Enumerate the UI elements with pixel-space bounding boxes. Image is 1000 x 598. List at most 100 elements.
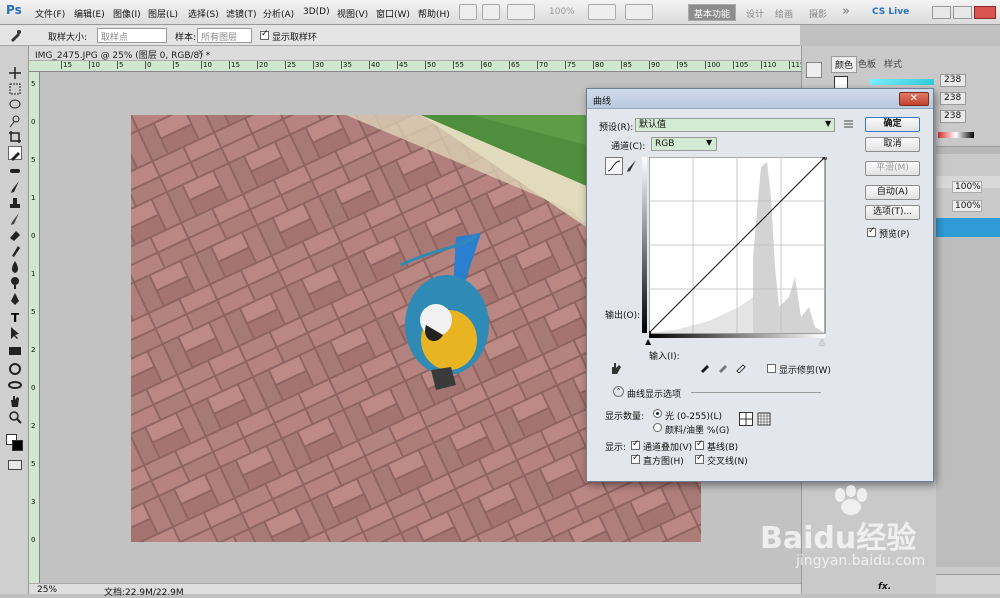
color-ramp[interactable] [938,132,974,138]
show-ring-checkbox[interactable] [260,29,269,40]
lasso-tool-icon[interactable] [8,98,22,112]
minibridge-icon[interactable] [482,4,500,20]
smooth-button[interactable]: 平滑(M) [865,161,920,176]
menu-help[interactable]: 帮助(H) [418,7,450,20]
screen-mode-icon[interactable] [625,4,653,20]
white-point-slider-icon[interactable]: △ [819,337,825,346]
dialog-close-icon[interactable]: ✕ [899,92,929,106]
intersection-checkbox[interactable] [695,453,704,464]
marquee-tool-icon[interactable] [8,82,22,96]
dialog-titlebar[interactable]: 曲线 ✕ [587,89,933,109]
arrange-icon[interactable] [588,4,616,20]
path-select-tool-icon[interactable] [8,326,22,340]
menu-filter[interactable]: 滤镜(T) [226,7,257,20]
menu-layer[interactable]: 图层(L) [148,7,178,20]
more-workspaces-icon[interactable]: » [842,4,850,19]
tab-styles[interactable]: 样式 [884,57,902,70]
quick-mask-icon[interactable] [8,460,22,470]
type-tool-icon[interactable]: T [8,310,22,325]
dodge-tool-icon[interactable] [8,276,22,290]
light-radio[interactable] [653,409,662,418]
zoom-level[interactable]: 100% [549,7,575,17]
tab-swatches[interactable]: 色板 [858,57,876,70]
color-r-value[interactable]: 238 [940,74,966,87]
healing-tool-icon[interactable] [8,164,22,178]
channel-overlay-checkbox[interactable] [631,439,640,450]
history-brush-tool-icon[interactable] [8,212,22,226]
sample-select[interactable]: 所有图层 [197,28,252,43]
restore-icon[interactable] [953,6,972,19]
curve-point-tool-icon[interactable] [605,157,623,175]
menu-edit[interactable]: 编辑(E) [74,7,105,20]
detailed-grid-icon[interactable] [757,412,771,426]
tab-close-icon[interactable]: × [197,48,205,58]
collapse-options-icon[interactable]: ⌃ [613,386,624,397]
ok-button[interactable]: 确定 [865,117,920,132]
white-eyedropper-icon[interactable] [735,361,747,374]
histogram-checkbox[interactable] [631,453,640,464]
document-tab[interactable]: IMG_2475.JPG @ 25% (图层 0, RGB/8) * × [29,46,801,61]
pen-tool-icon[interactable] [8,292,22,306]
options-button[interactable]: 选项(T)... [865,205,920,220]
menu-3d[interactable]: 3D(D) [303,7,330,17]
menu-image[interactable]: 图像(I) [113,7,141,20]
menu-select[interactable]: 选择(S) [188,7,219,20]
color-b-value[interactable]: 238 [940,110,966,123]
cancel-button[interactable]: 取消 [865,137,920,152]
sample-size-select[interactable]: 取样点 [97,28,167,43]
fill-value[interactable]: 100% [952,200,982,212]
baseline-checkbox[interactable] [695,439,704,450]
opacity-value[interactable]: 100% [952,181,982,193]
ruler-v-tick: 0 [31,536,36,544]
menu-view[interactable]: 视图(V) [337,7,368,20]
tab-color[interactable]: 颜色 [831,56,858,73]
move-tool-icon[interactable] [8,66,22,80]
3d-rotate-tool-icon[interactable] [8,362,22,376]
eyedropper-tool-icon[interactable] [8,146,22,161]
selected-layer-row[interactable] [936,218,1000,237]
pigment-radio[interactable] [653,423,662,432]
workspace-design[interactable]: 设计 [746,7,764,20]
bridge-icon[interactable] [459,4,477,20]
color-g-value[interactable]: 238 [940,92,966,105]
workspace-photo[interactable]: 摄影 [809,7,827,20]
gray-eyedropper-icon[interactable] [717,361,729,373]
menu-window[interactable]: 窗口(W) [376,7,410,20]
rectangle-tool-icon[interactable] [8,344,22,358]
menu-file[interactable]: 文件(F) [35,7,65,20]
mini-bridge-icon[interactable] [806,62,822,78]
extras-icon[interactable] [507,4,535,20]
black-point-slider-icon[interactable]: ▲ [645,337,651,346]
preview-checkbox[interactable] [867,226,876,237]
minimize-icon[interactable] [932,6,951,19]
close-icon[interactable] [974,6,996,19]
blur-tool-icon[interactable] [8,260,22,274]
preset-dropdown-icon[interactable]: ▼ [825,119,831,128]
gradient-tool-icon[interactable] [8,244,22,258]
preset-select[interactable]: 默认值 [635,118,835,132]
brush-tool-icon[interactable] [8,180,22,194]
menu-analysis[interactable]: 分析(A) [263,7,294,20]
color-slider-r[interactable] [870,79,934,85]
hand-tool-icon[interactable] [8,394,22,408]
curve-pencil-tool-icon[interactable] [625,159,639,173]
eyedropper-icon[interactable] [8,28,22,42]
simple-grid-icon[interactable] [739,412,753,426]
crop-tool-icon[interactable] [8,130,22,144]
preset-options-icon[interactable] [843,118,855,130]
curve-graph[interactable] [649,157,827,339]
channel-dropdown-icon[interactable]: ▼ [706,138,712,147]
background-color-swatch[interactable] [12,440,23,451]
3d-orbit-tool-icon[interactable] [8,378,22,392]
cs-live[interactable]: CS Live [872,7,909,17]
show-clipping-checkbox[interactable] [767,364,776,373]
quick-select-tool-icon[interactable] [8,114,22,128]
auto-button[interactable]: 自动(A) [865,185,920,200]
workspace-paint[interactable]: 绘画 [775,7,793,20]
targeted-adjust-icon[interactable] [609,361,623,375]
black-eyedropper-icon[interactable] [699,361,711,373]
zoom-tool-icon[interactable] [8,410,22,424]
eraser-tool-icon[interactable] [8,228,22,242]
clone-stamp-tool-icon[interactable] [8,196,22,210]
workspace-essentials[interactable]: 基本功能 [688,4,737,21]
